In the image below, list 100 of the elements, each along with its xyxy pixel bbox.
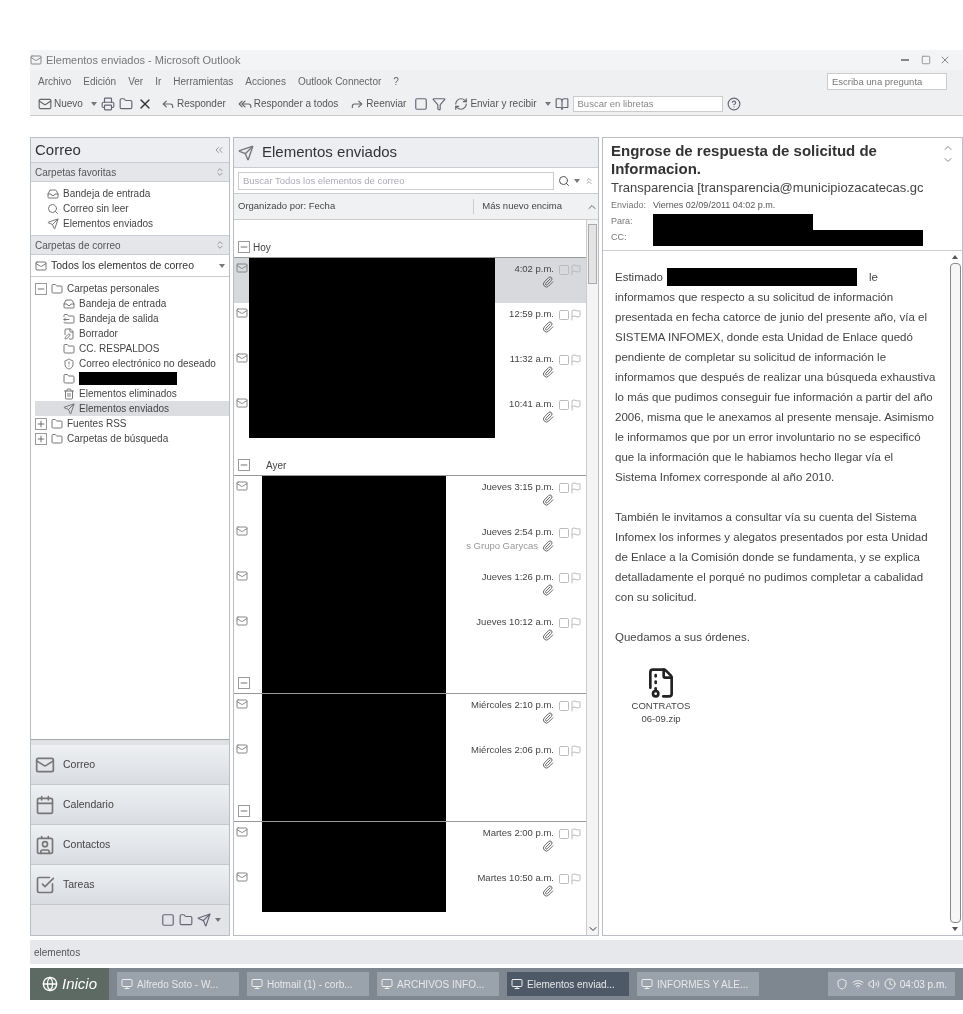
inbox-icon: [63, 297, 75, 310]
caret-icon[interactable]: [219, 263, 225, 268]
arrange-by-header[interactable]: Organizado por: Fecha: [234, 199, 474, 214]
attachment-name[interactable]: CONTRATOS 06-09.zip: [631, 698, 691, 725]
caret-icon[interactable]: [215, 918, 221, 922]
favorite-folder[interactable]: Bandeja de entrada: [63, 186, 151, 201]
app-icon: [30, 54, 42, 66]
message-time[interactable]: Martes 10:50 a.m.: [477, 871, 554, 886]
message-subject: s Grupo Garycas: [466, 539, 538, 554]
folder-item[interactable]: Borrador: [79, 326, 118, 341]
all-mail-items-dropdown[interactable]: Todos los elementos de correo: [51, 257, 215, 274]
collapse-icon[interactable]: [238, 459, 250, 471]
envelope-icon: [236, 615, 248, 627]
folder-item[interactable]: Bandeja de salida: [79, 311, 159, 326]
expand-icon[interactable]: [35, 432, 47, 445]
message-time[interactable]: 10:41 a.m.: [509, 397, 554, 412]
network-icon: [851, 978, 864, 990]
message-time[interactable]: Jueves 2:54 p.m.: [481, 525, 554, 540]
menu-item[interactable]: Herramientas: [173, 73, 234, 89]
window-icon: [251, 978, 264, 990]
message-time[interactable]: Martes 2:00 p.m.: [482, 826, 554, 841]
collapse-icon[interactable]: [238, 677, 250, 689]
category-icon: [558, 617, 570, 629]
help-search-field[interactable]: Escriba una pregunta: [827, 72, 947, 90]
search-field[interactable]: Buscar Todos los elementos de correo: [238, 171, 554, 190]
folder-item[interactable]: Elementos eliminados: [79, 386, 177, 401]
nav-button[interactable]: Correo: [63, 756, 96, 773]
section-header[interactable]: Carpetas favoritas: [31, 162, 229, 182]
folder-icon: [63, 342, 75, 355]
folder-item[interactable]: Carpetas personales: [67, 281, 160, 296]
folder-item[interactable]: Fuentes RSS: [67, 416, 127, 431]
nav-button[interactable]: Contactos: [63, 836, 111, 853]
scrollbar[interactable]: [586, 220, 598, 935]
favorite-folder[interactable]: Elementos enviados: [63, 216, 154, 231]
send-receive-button[interactable]: Enviar y recibir: [470, 96, 537, 111]
menu-item[interactable]: ?: [393, 73, 399, 89]
folder-item[interactable]: Correo electrónico no deseado: [79, 356, 216, 371]
flag-icon: [570, 745, 582, 757]
category-icon: [558, 873, 570, 885]
envelope-icon: [236, 743, 248, 755]
collapse-icon[interactable]: [238, 241, 250, 253]
menu-item[interactable]: Edición: [83, 73, 117, 89]
menu-item[interactable]: Ir: [155, 73, 162, 89]
folder-item[interactable]: CC. RESPALDOS: [79, 341, 160, 356]
message-time[interactable]: 11:32 a.m.: [509, 352, 554, 367]
window-icon: [641, 978, 654, 990]
collapse-section-icon: [215, 167, 225, 177]
menu-item[interactable]: Acciones: [245, 73, 286, 89]
new-button[interactable]: Nuevo: [54, 96, 83, 111]
header-value: Viernes 02/09/2011 04:02 p.m.: [653, 198, 776, 212]
scroll-thumb[interactable]: [588, 224, 597, 284]
favorite-folder[interactable]: Correo sin leer: [63, 201, 129, 216]
shortcut-icon: [197, 913, 211, 927]
outbox-icon: [63, 312, 75, 325]
folder-item[interactable]: Bandeja de entrada: [79, 296, 167, 311]
reply-button[interactable]: Responder: [176, 96, 226, 111]
expand-icon[interactable]: [35, 417, 47, 430]
scroll-thumb[interactable]: [949, 262, 961, 923]
category-icon: [558, 399, 570, 411]
caret-icon[interactable]: [544, 101, 551, 106]
clock-icon: [883, 978, 896, 990]
envelope-icon: [38, 96, 52, 111]
category-icon: [558, 572, 570, 584]
list-title: Elementos enviados: [262, 142, 398, 163]
window-icon: [381, 978, 394, 990]
expand-query-icon: [584, 175, 594, 186]
refresh-icon: [454, 96, 469, 111]
envelope-icon: [236, 570, 248, 582]
folder-icon: [51, 282, 63, 295]
address-search-field[interactable]: Buscar en libretas: [572, 95, 723, 112]
collapse-icon[interactable]: [238, 805, 250, 817]
message-time[interactable]: Jueves 10:12 a.m.: [476, 615, 554, 630]
message-time[interactable]: Jueves 3:15 p.m.: [481, 480, 554, 495]
menu-item[interactable]: Ver: [128, 73, 144, 89]
greeting-text: Estimado: [615, 269, 663, 285]
message-sender: Transparencia [transparencia@municipiozacatecas.gc: [611, 179, 925, 197]
message-time[interactable]: Miércoles 2:10 p.m.: [471, 698, 554, 713]
collapse-pane-icon: [213, 144, 225, 156]
category-icon: [558, 354, 570, 366]
caret-icon[interactable]: [90, 101, 97, 106]
reply-all-button[interactable]: Responder a todos: [253, 96, 339, 111]
message-time[interactable]: 12:59 p.m.: [509, 307, 554, 322]
message-subject: Engrose de respuesta de solicitud de Informacion.: [611, 142, 878, 178]
body-paragraph: También le invitamos a consultar vía su cuenta del Sistema Infomex los informes y alegatos presentados por esta Unidad de Enlace a la Comisión donde se fundamenta, y se explica detalladamente el porqué no pudimos completar a cabalidad con su solicitud.: [615, 509, 929, 605]
folder-item[interactable]: Carpetas de búsqueda: [67, 431, 169, 446]
message-time[interactable]: Jueves 1:26 p.m.: [481, 570, 554, 585]
envelope-icon: [236, 262, 248, 274]
nav-button[interactable]: Calendario: [63, 796, 114, 813]
menu-item[interactable]: Archivo: [38, 73, 72, 89]
caret-icon[interactable]: [574, 178, 580, 183]
collapse-icon[interactable]: [35, 282, 47, 295]
forward-button[interactable]: Reenviar: [366, 96, 407, 111]
message-time[interactable]: 4:02 p.m.: [514, 262, 554, 277]
nav-button[interactable]: Tareas: [63, 876, 95, 893]
message-time[interactable]: Miércoles 2:06 p.m.: [471, 743, 554, 758]
sort-order-header[interactable]: Más nuevo encima: [473, 199, 570, 214]
category-icon: [558, 264, 570, 276]
menu-item[interactable]: Outlook Connector: [297, 73, 382, 89]
envelope-icon: [236, 352, 248, 364]
section-header[interactable]: Carpetas de correo: [31, 235, 229, 255]
